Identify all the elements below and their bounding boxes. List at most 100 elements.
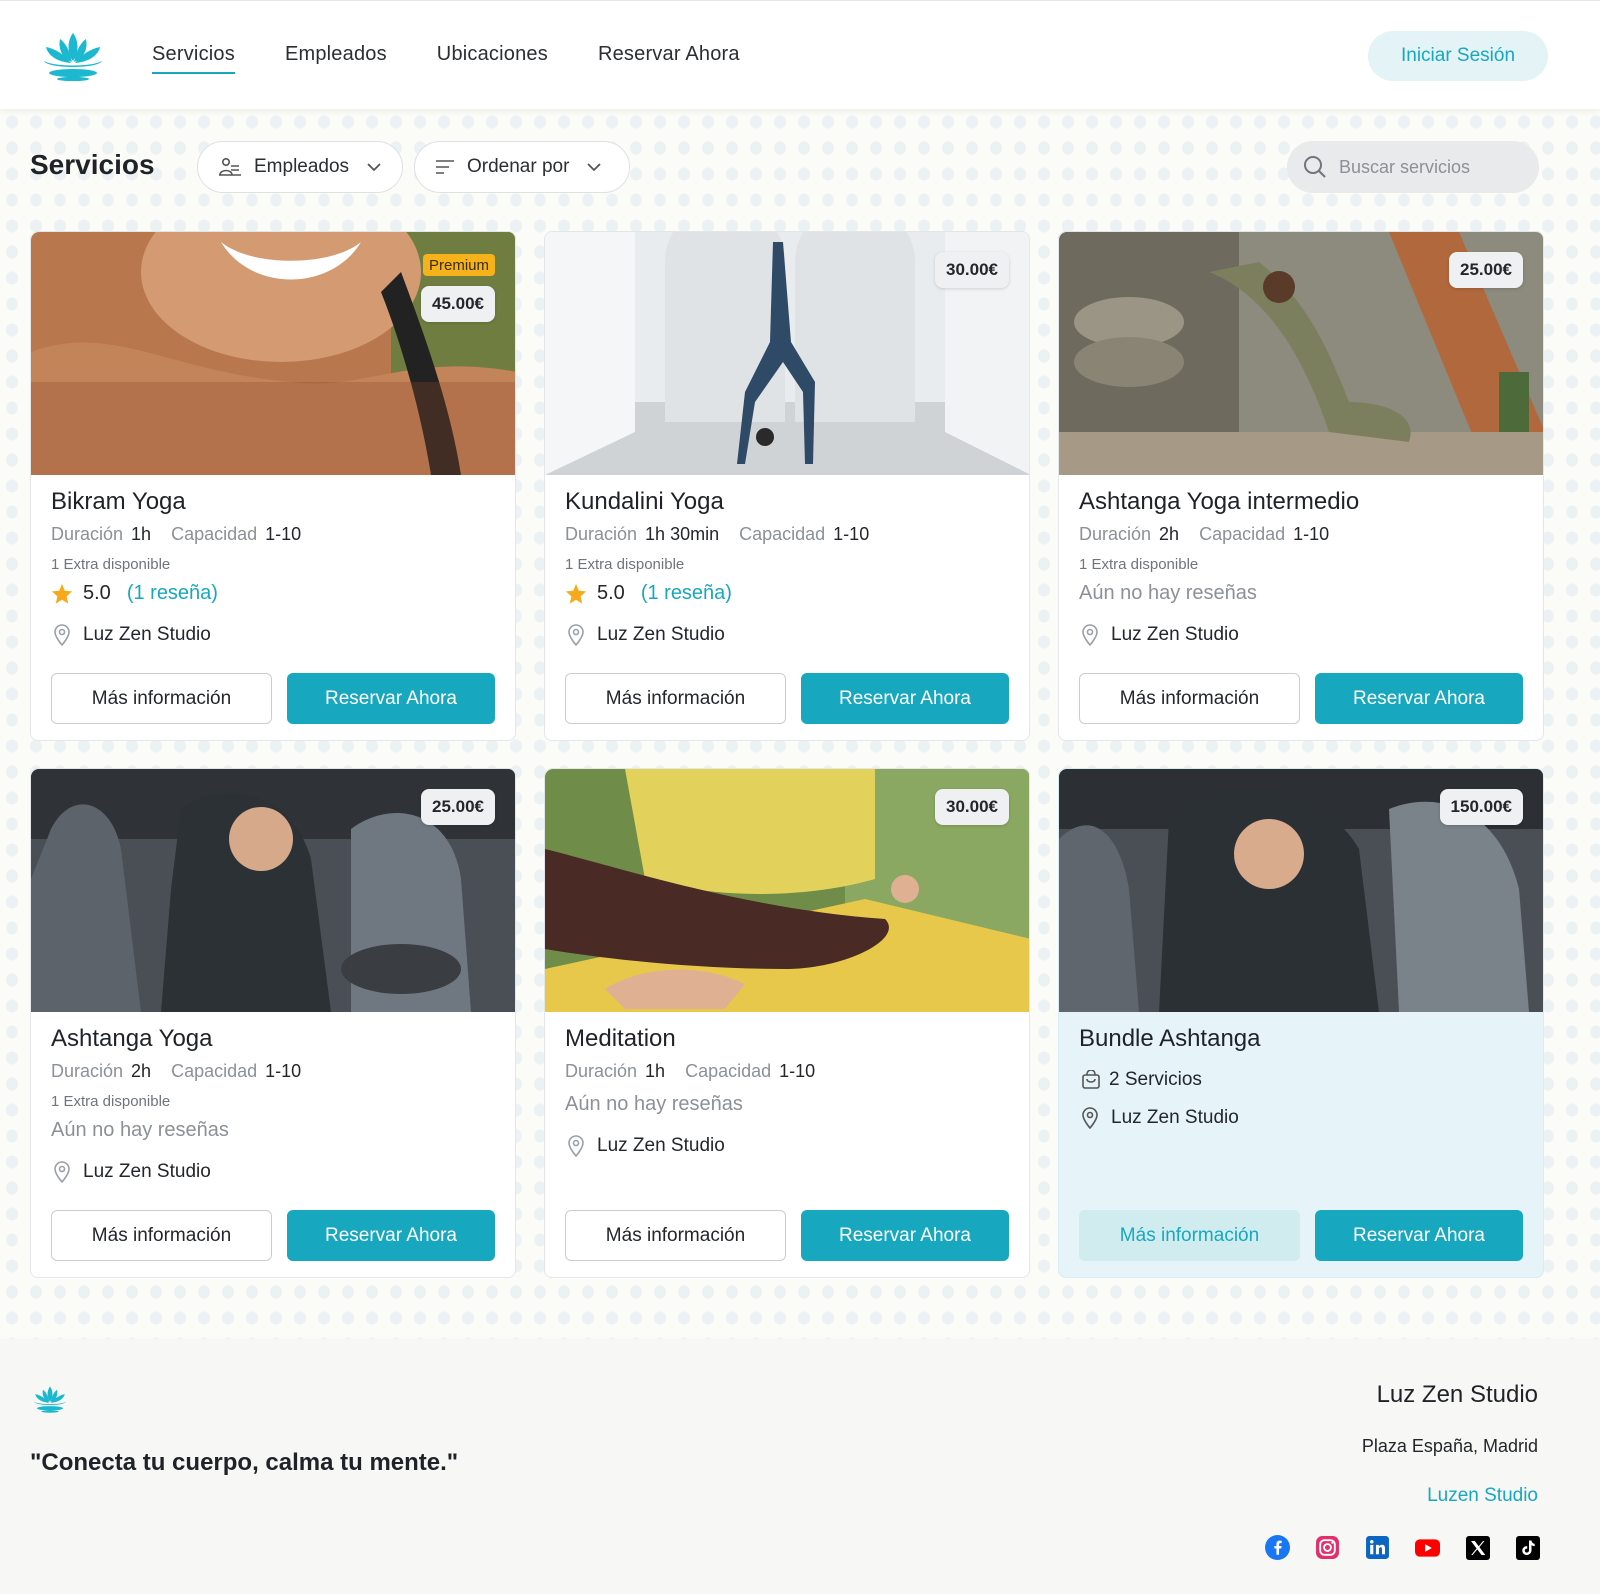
rating-value: 5.0 [83, 582, 111, 604]
top-navbar: Servicios Empleados Ubicaciones Reservar… [0, 0, 1600, 109]
location-name: Luz Zen Studio [1111, 1107, 1239, 1128]
capacity-value: 1-10 [779, 1061, 816, 1081]
map-pin-icon [54, 1161, 70, 1183]
nav-ubicaciones[interactable]: Ubicaciones [437, 43, 548, 74]
nav-empleados[interactable]: Empleados [285, 43, 387, 74]
book-now-button[interactable]: Reservar Ahora [1315, 1210, 1523, 1261]
location: Luz Zen Studio [53, 1161, 211, 1183]
lotus-logo-icon[interactable] [32, 1384, 68, 1414]
service-meta: Duración 2h Capacidad 1-10 [51, 1061, 321, 1082]
duration-value: 1h [131, 524, 152, 544]
service-meta: Duración 1h Capacidad 1-10 [565, 1061, 835, 1082]
duration-value: 1h [645, 1061, 666, 1081]
extra-available: 1 Extra disponible [51, 1093, 171, 1110]
map-pin-icon [568, 624, 584, 646]
service-card-ashtanga-yoga: 25.00€ Ashtanga Yoga Duración 2h Capacidad… [30, 768, 516, 1278]
duration-label: Duración [51, 524, 124, 544]
instagram-icon[interactable] [1315, 1535, 1340, 1560]
youtube-icon[interactable] [1415, 1535, 1440, 1560]
capacity-label: Capacidad [1199, 524, 1286, 544]
map-pin-icon [1082, 624, 1098, 646]
search-box[interactable] [1287, 141, 1539, 193]
price-badge: 30.00€ [935, 252, 1009, 288]
extra-available: 1 Extra disponible [565, 556, 685, 573]
shopping-bag-icon [1082, 1070, 1100, 1089]
premium-badge: Premium [422, 254, 495, 276]
reviews-link[interactable]: (1 reseña) [641, 582, 732, 605]
reviews-link[interactable]: (1 reseña) [127, 582, 218, 605]
x-icon[interactable] [1465, 1535, 1490, 1560]
service-meta: Duración 1h Capacidad 1-10 [51, 524, 321, 545]
more-info-button[interactable]: Más información [565, 673, 786, 724]
map-pin-icon [1082, 1107, 1098, 1129]
location-name: Luz Zen Studio [597, 624, 725, 645]
main-nav: Servicios Empleados Ubicaciones Reservar… [152, 43, 790, 74]
book-now-button[interactable]: Reservar Ahora [1315, 673, 1523, 724]
sort-dropdown[interactable]: Ordenar por [414, 141, 630, 193]
duration-label: Duración [51, 1061, 124, 1081]
lotus-logo-icon[interactable] [40, 31, 106, 81]
tiktok-icon[interactable] [1515, 1535, 1540, 1560]
service-title[interactable]: Bikram Yoga [51, 488, 186, 516]
book-now-button[interactable]: Reservar Ahora [287, 673, 495, 724]
capacity-label: Capacidad [171, 1061, 258, 1081]
location: Luz Zen Studio [53, 624, 211, 646]
more-info-button[interactable]: Más información [51, 673, 272, 724]
service-title[interactable]: Bundle Ashtanga [1079, 1025, 1261, 1053]
price-badge: 25.00€ [1449, 252, 1523, 288]
sort-label: Ordenar por [467, 156, 570, 177]
book-now-button[interactable]: Reservar Ahora [801, 1210, 1009, 1261]
rating-value: 5.0 [597, 582, 625, 604]
star-icon [565, 583, 587, 604]
search-icon [1304, 156, 1326, 178]
capacity-label: Capacidad [685, 1061, 772, 1081]
extra-available: 1 Extra disponible [51, 556, 171, 573]
capacity-value: 1-10 [265, 524, 302, 544]
search-input[interactable] [1339, 156, 1529, 178]
login-button[interactable]: Iniciar Sesión [1368, 31, 1548, 81]
price-badge: 25.00€ [421, 789, 495, 825]
bundle-services-label: 2 Servicios [1109, 1069, 1202, 1090]
location: Luz Zen Studio [567, 624, 725, 646]
more-info-button[interactable]: Más información [1079, 673, 1300, 724]
more-info-button[interactable]: Más información [1079, 1210, 1300, 1261]
more-info-button[interactable]: Más información [51, 1210, 272, 1261]
location-name: Luz Zen Studio [597, 1135, 725, 1156]
chevron-down-icon [367, 159, 381, 175]
linkedin-icon[interactable] [1365, 1535, 1390, 1560]
extra-available: 1 Extra disponible [1079, 556, 1199, 573]
location: Luz Zen Studio [1081, 1107, 1239, 1129]
rating: 5.0 (1 reseña) [565, 582, 732, 605]
location-name: Luz Zen Studio [83, 1161, 211, 1182]
chevron-down-icon [587, 159, 602, 175]
no-reviews-text: Aún no hay reseñas [1079, 582, 1257, 604]
employees-filter-label: Empleados [254, 156, 350, 177]
service-meta: Duración 2h Capacidad 1-10 [1079, 524, 1349, 545]
footer-quote: "Conecta tu cuerpo, calma tu mente." [30, 1449, 459, 1476]
service-title[interactable]: Meditation [565, 1025, 676, 1053]
no-reviews-text: Aún no hay reseñas [51, 1119, 229, 1141]
page-title: Servicios [30, 149, 155, 180]
location-name: Luz Zen Studio [83, 624, 211, 645]
facebook-icon[interactable] [1265, 1535, 1290, 1560]
nav-reservar-ahora[interactable]: Reservar Ahora [598, 43, 740, 74]
capacity-label: Capacidad [739, 524, 826, 544]
service-card-bundle-ashtanga: 150.00€ Bundle Ashtanga 2 Servicios Luz … [1058, 768, 1544, 1278]
more-info-button[interactable]: Más información [565, 1210, 786, 1261]
duration-value: 2h [131, 1061, 152, 1081]
nav-servicios[interactable]: Servicios [152, 43, 235, 74]
star-icon [51, 583, 73, 604]
employees-filter-dropdown[interactable]: Empleados [197, 141, 403, 193]
map-pin-icon [54, 624, 70, 646]
services-page: Servicios Empleados Ordenar por Buscar s… [0, 109, 1600, 1339]
service-title[interactable]: Ashtanga Yoga [51, 1025, 213, 1053]
book-now-button[interactable]: Reservar Ahora [801, 673, 1009, 724]
duration-label: Duración [565, 524, 638, 544]
price-badge: 45.00€ [421, 286, 495, 322]
service-title[interactable]: Kundalini Yoga [565, 488, 724, 516]
capacity-value: 1-10 [833, 524, 870, 544]
location-name: Luz Zen Studio [1111, 624, 1239, 645]
book-now-button[interactable]: Reservar Ahora [287, 1210, 495, 1261]
footer-site-link[interactable]: Luzen Studio [1427, 1485, 1538, 1507]
service-title[interactable]: Ashtanga Yoga intermedio [1079, 488, 1359, 516]
